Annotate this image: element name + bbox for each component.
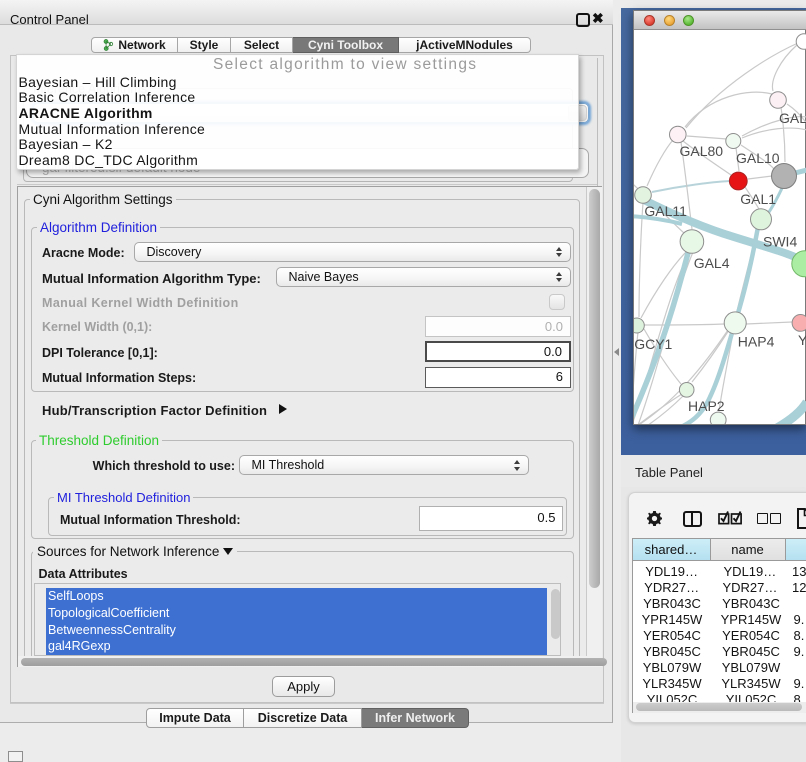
svg-text:GAL11: GAL11 [644, 203, 687, 219]
svg-text:SWI4: SWI4 [763, 234, 797, 250]
svg-text:GAL2: GAL2 [779, 110, 806, 126]
svg-text:Y: Y [798, 332, 806, 348]
svg-text:HAP2: HAP2 [688, 398, 725, 414]
svg-text:GAL4: GAL4 [694, 255, 730, 271]
svg-text:GAL80: GAL80 [680, 143, 724, 159]
svg-text:HAP4: HAP4 [738, 334, 775, 350]
svg-text:GCY1: GCY1 [634, 336, 672, 352]
svg-text:GAL1: GAL1 [740, 191, 776, 207]
svg-text:GAL10: GAL10 [736, 150, 780, 166]
